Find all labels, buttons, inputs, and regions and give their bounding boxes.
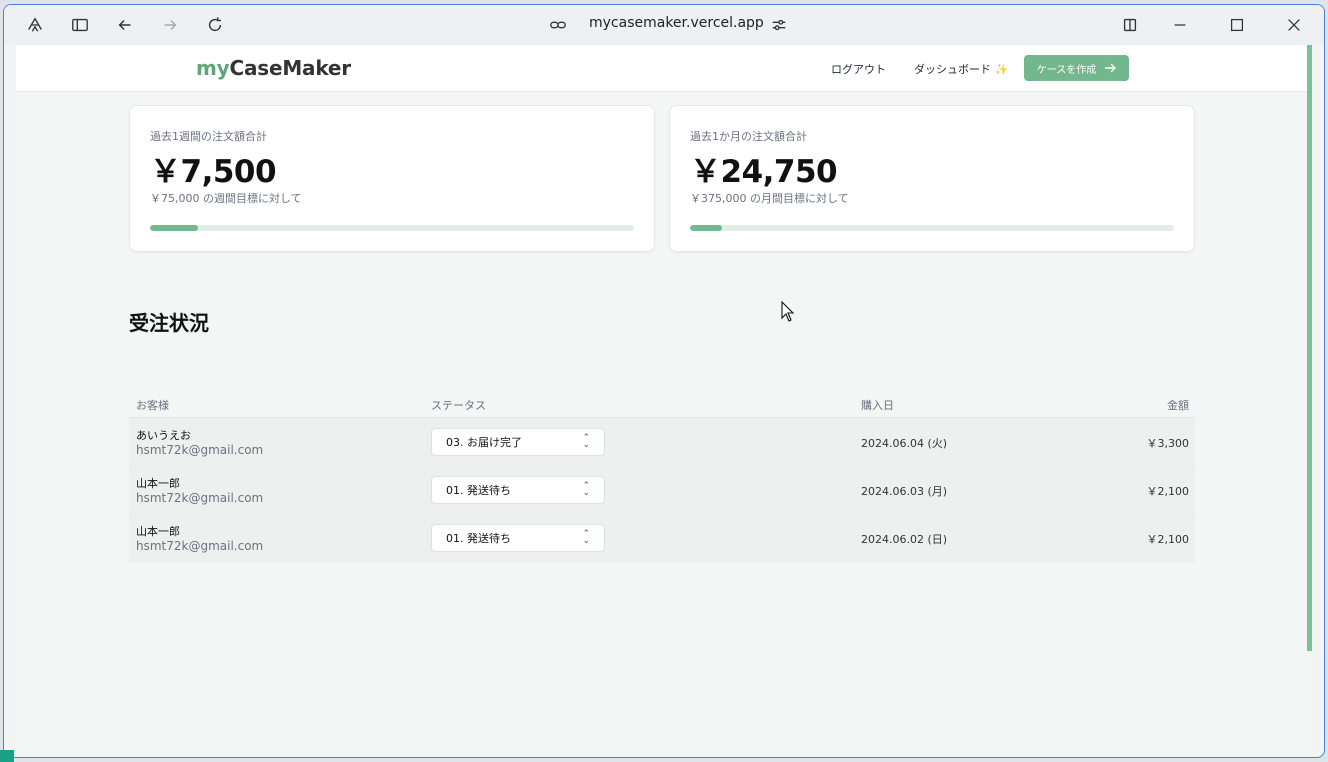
logout-link[interactable]: ログアウト [831,61,886,77]
maximize-icon[interactable] [1226,14,1248,36]
table-row: 山本一郎 hsmt72k@gmail.com 01. 発送待ち ⌃ ⌄ 2024.… [129,514,1195,562]
address-bar-url[interactable]: mycasemaker.vercel.app [589,15,764,31]
minimize-icon[interactable] [1169,14,1191,36]
status-select[interactable]: 03. お届け完了 ⌃ ⌄ [431,428,605,456]
status-value: 03. お届け完了 [446,436,522,449]
taskbar-edge [0,750,14,762]
browser-logo-icon[interactable] [24,14,46,36]
header-status: ステータス [431,399,486,412]
page-scrollbar[interactable] [1307,45,1312,651]
reload-icon[interactable] [204,14,226,36]
browser-window: mycasemaker.vercel.app myCaseMaker ログアウト… [3,4,1325,758]
arrow-right-icon [1105,63,1117,73]
forward-arrow-icon[interactable] [159,14,181,36]
orders-table: お客様 ステータス 購入日 金額 あいうえお hsmt72k@gmail.com… [129,390,1195,562]
sidebar-toggle-icon[interactable] [69,14,91,36]
header-amount: 金額 [1167,399,1189,412]
weekly-progress-bar [150,225,634,231]
table-row: あいうえお hsmt72k@gmail.com 03. お届け完了 ⌃ ⌄ 202… [129,418,1195,466]
order-amount: ￥2,100 [1146,533,1190,546]
customer-name: 山本一郎 [136,525,180,538]
chevron-up-down-icon: ⌃ ⌄ [582,433,590,450]
table-row: 山本一郎 hsmt72k@gmail.com 01. 発送待ち ⌃ ⌄ 2024.… [129,466,1195,514]
monthly-target: ￥375,000 の月間目標に対して [690,192,849,205]
header-date: 購入日 [861,399,894,412]
weekly-target: ￥75,000 の週間目標に対して [150,192,302,205]
weekly-label: 過去1週間の注文額合計 [150,130,267,143]
purchase-date: 2024.06.04 (火) [861,437,948,450]
orders-table-header: お客様 ステータス 購入日 金額 [129,390,1195,418]
create-case-label: ケースを作成 [1036,64,1097,76]
create-case-button[interactable]: ケースを作成 [1024,55,1129,81]
purchase-date: 2024.06.02 (日) [861,533,948,546]
status-select[interactable]: 01. 発送待ち ⌃ ⌄ [431,476,605,504]
chevron-up-down-icon: ⌃ ⌄ [582,529,590,546]
customer-name: 山本一郎 [136,477,180,490]
purchase-date: 2024.06.03 (月) [861,485,948,498]
header-customer: お客様 [136,399,169,412]
monthly-value: ￥24,750 [690,154,838,190]
order-amount: ￥2,100 [1146,485,1190,498]
site-settings-icon[interactable] [768,14,790,36]
monthly-progress-bar [690,225,1174,231]
monthly-label: 過去1か月の注文額合計 [690,130,807,143]
page-viewport: myCaseMaker ログアウト ダッシュボード ✨ ケースを作成 過去1週間… [16,45,1312,747]
back-arrow-icon[interactable] [114,14,136,36]
orders-section-title: 受注状況 [129,311,209,335]
dashboard-link[interactable]: ダッシュボード ✨ [914,61,1008,77]
site-navbar: myCaseMaker ログアウト ダッシュボード ✨ ケースを作成 [16,45,1308,92]
weekly-progress-fill [150,225,199,231]
status-value: 01. 発送待ち [446,532,511,545]
customer-email: hsmt72k@gmail.com [136,539,264,553]
status-value: 01. 発送待ち [446,484,511,497]
weekly-value: ￥7,500 [150,154,277,190]
site-logo[interactable]: myCaseMaker [196,56,351,80]
browser-titlebar: mycasemaker.vercel.app [4,5,1324,45]
monthly-progress-fill [690,225,722,231]
mouse-cursor-icon [781,301,795,322]
chevron-up-down-icon: ⌃ ⌄ [582,481,590,498]
weekly-total-card: 過去1週間の注文額合計 ￥7,500 ￥75,000 の週間目標に対して [129,105,655,252]
monthly-total-card: 過去1か月の注文額合計 ￥24,750 ￥375,000 の月間目標に対して [669,105,1195,252]
customer-name: あいうえお [136,429,191,442]
status-select[interactable]: 01. 発送待ち ⌃ ⌄ [431,524,605,552]
order-amount: ￥3,300 [1146,437,1190,450]
link-icon [547,14,569,36]
close-icon[interactable] [1283,14,1305,36]
split-view-icon[interactable] [1119,14,1141,36]
customer-email: hsmt72k@gmail.com [136,491,264,505]
customer-email: hsmt72k@gmail.com [136,443,264,457]
